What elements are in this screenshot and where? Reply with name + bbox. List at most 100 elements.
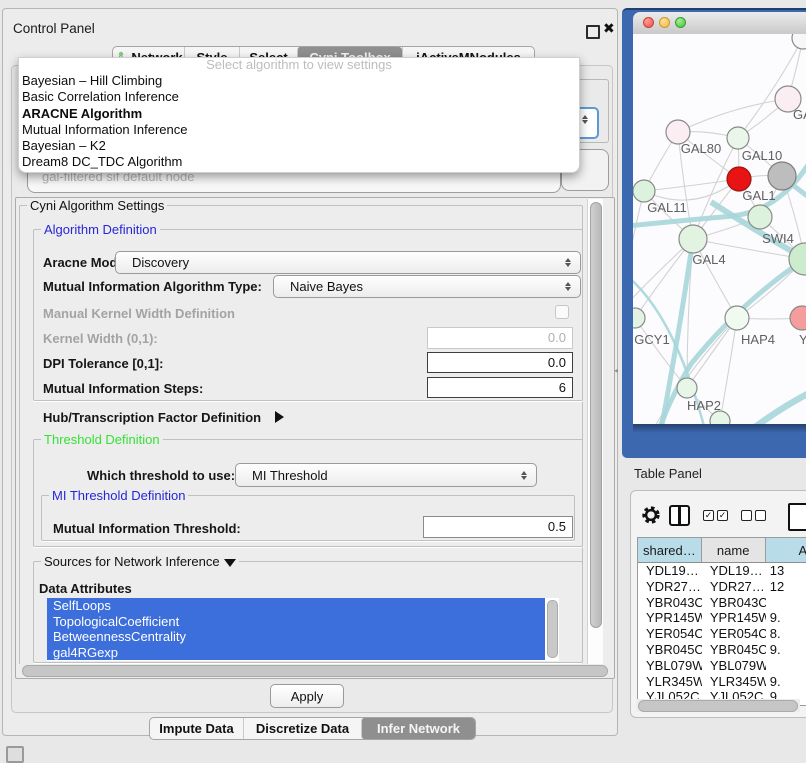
scrollbar-thumb[interactable] bbox=[22, 665, 608, 677]
table-cell: YBL079W bbox=[702, 658, 766, 674]
network-edge[interactable] bbox=[751, 390, 806, 424]
select-all-icon[interactable]: ✓ bbox=[717, 510, 728, 521]
dropdown-item[interactable]: ARACNE Algorithm bbox=[19, 106, 579, 122]
aracne-mode-combo[interactable]: Discovery bbox=[115, 251, 581, 274]
tab-discretize-data[interactable]: Discretize Data bbox=[243, 718, 361, 739]
table-icon[interactable] bbox=[788, 503, 806, 531]
apply-button[interactable]: Apply bbox=[270, 684, 344, 708]
table-cell: YDR27… bbox=[702, 579, 766, 595]
close-icon[interactable]: ✖ bbox=[603, 20, 615, 37]
dpi-tolerance-field[interactable]: 0.0 bbox=[427, 352, 573, 373]
which-threshold-value: MI Threshold bbox=[236, 468, 516, 483]
scrollbar-thumb[interactable] bbox=[638, 700, 798, 712]
table-row[interactable]: YBL079WYBL079W bbox=[638, 658, 806, 674]
network-edge[interactable] bbox=[644, 179, 739, 191]
network-edge[interactable] bbox=[678, 99, 788, 132]
settings-horizontal-scrollbar[interactable] bbox=[19, 664, 611, 677]
dropdown-item[interactable]: Bayesian – K2 bbox=[19, 138, 579, 154]
table-row[interactable]: YBR045CYBR045C9. bbox=[638, 642, 806, 658]
float-window-icon[interactable] bbox=[586, 25, 600, 39]
dropdown-item[interactable]: Basic Correlation Inference bbox=[19, 89, 579, 105]
mi-type-combo[interactable]: Naive Bayes bbox=[273, 275, 581, 298]
expand-arrow-icon[interactable] bbox=[275, 411, 284, 423]
data-attributes-list[interactable]: SelfLoopsTopologicalCoefficientBetweenne… bbox=[47, 598, 559, 661]
tab-impute-data[interactable]: Impute Data bbox=[150, 718, 243, 739]
node-label: GCY1 bbox=[634, 332, 669, 347]
column-header[interactable]: shared… bbox=[638, 538, 702, 562]
node-label: GAL1 bbox=[742, 188, 775, 203]
mi-type-label: Mutual Information Algorithm Type: bbox=[43, 279, 262, 294]
node-top-right[interactable] bbox=[792, 34, 806, 49]
kernel-width-field[interactable]: 0.0 bbox=[427, 327, 573, 349]
gear-icon[interactable] bbox=[641, 505, 661, 525]
network-edge[interactable] bbox=[633, 191, 644, 282]
zoom-traffic-light-icon[interactable] bbox=[675, 17, 686, 28]
node-gal4[interactable] bbox=[679, 225, 707, 253]
dropdown-placeholder: Select algorithm to view settings bbox=[19, 58, 579, 73]
dropdown-item[interactable]: Bayesian – Hill Climbing bbox=[19, 73, 579, 89]
collapse-arrow-icon[interactable] bbox=[224, 559, 236, 567]
node-table: shared…nameAYDL19…YDL19…13YDR27…YDR27…12… bbox=[637, 537, 806, 706]
mi-steps-field[interactable]: 6 bbox=[427, 377, 573, 398]
node-label: GAL80 bbox=[681, 141, 721, 156]
node-hap4[interactable] bbox=[725, 306, 749, 330]
sources-title: Sources for Network Inference bbox=[41, 555, 239, 568]
node-label: GAL bbox=[793, 107, 806, 122]
table-horizontal-scrollbar[interactable] bbox=[636, 699, 800, 712]
deselect-all-icon[interactable] bbox=[741, 510, 752, 521]
node-gal10[interactable] bbox=[727, 127, 749, 149]
node-label: GAL11 bbox=[647, 200, 687, 215]
minimize-traffic-light-icon[interactable] bbox=[659, 17, 670, 28]
deselect-all-icon[interactable] bbox=[755, 510, 766, 521]
algorithm-dropdown[interactable]: Select algorithm to view settings Bayesi… bbox=[18, 57, 580, 173]
close-traffic-light-icon[interactable] bbox=[643, 17, 654, 28]
dpi-tolerance-label: DPI Tolerance [0,1]: bbox=[43, 356, 163, 371]
manual-kernel-label: Manual Kernel Width Definition bbox=[43, 306, 235, 321]
scrollbar-thumb[interactable] bbox=[590, 202, 602, 628]
attribute-item[interactable]: SelfLoops bbox=[47, 598, 545, 614]
panel-splitter-grip[interactable]: ◂ bbox=[614, 368, 619, 374]
node-gray[interactable] bbox=[768, 162, 796, 190]
network-canvas[interactable]: GALGAL80GAL10GAL1GAL11SWI4GAL4GCY1HAP4YH… bbox=[633, 34, 806, 424]
which-threshold-combo[interactable]: MI Threshold bbox=[235, 463, 537, 487]
attribute-item[interactable]: BetweennessCentrality bbox=[47, 629, 545, 645]
list-scrollbar[interactable] bbox=[545, 598, 559, 661]
dropdown-item[interactable]: Dream8 DC_TDC Algorithm bbox=[19, 154, 579, 170]
screen: { "colors": { "selection_blue": "#3c6edc… bbox=[0, 0, 806, 762]
attribute-item[interactable]: gal4RGexp bbox=[47, 645, 545, 661]
node-gal11[interactable] bbox=[633, 180, 655, 202]
table-panel-title: Table Panel bbox=[634, 466, 702, 481]
network-edge[interactable] bbox=[659, 259, 805, 424]
select-all-icon[interactable]: ✓ bbox=[703, 510, 714, 521]
combo-arrows-icon bbox=[560, 282, 576, 291]
scrollbar-thumb[interactable] bbox=[547, 600, 558, 658]
table-row[interactable]: YDL19…YDL19…13 bbox=[638, 563, 806, 579]
aracne-mode-value: Discovery bbox=[116, 255, 560, 270]
column-header[interactable]: name bbox=[702, 538, 766, 562]
network-edge[interactable] bbox=[687, 318, 737, 388]
table-cell: 9. bbox=[766, 674, 806, 690]
table-row[interactable]: YBR043CYBR043C bbox=[638, 595, 806, 611]
mi-threshold-field[interactable]: 0.5 bbox=[423, 516, 573, 538]
column-header[interactable]: A bbox=[766, 538, 806, 562]
table-row[interactable]: YPR145WYPR145W9. bbox=[638, 610, 806, 626]
columns-icon[interactable] bbox=[669, 505, 690, 526]
dock-icon[interactable] bbox=[6, 746, 24, 763]
table-cell: YER054C bbox=[702, 626, 766, 642]
dropdown-item[interactable]: Mutual Information Inference bbox=[19, 122, 579, 138]
node-hap2[interactable] bbox=[677, 378, 697, 398]
node-gcy1[interactable] bbox=[633, 308, 645, 328]
manual-kernel-checkbox[interactable] bbox=[555, 305, 569, 319]
node-salmon[interactable] bbox=[790, 306, 806, 330]
settings-vertical-scrollbar[interactable] bbox=[587, 199, 603, 675]
tab-infer-network[interactable]: Infer Network bbox=[361, 718, 475, 739]
panel-title: Control Panel bbox=[13, 21, 95, 36]
table-cell: YDR27… bbox=[638, 579, 702, 595]
attribute-item[interactable]: TopologicalCoefficient bbox=[47, 614, 545, 630]
node-gal1[interactable] bbox=[748, 205, 772, 229]
table-row[interactable]: YDR27…YDR27…12 bbox=[638, 579, 806, 595]
mi-threshold-label: Mutual Information Threshold: bbox=[53, 521, 241, 536]
bottom-tabstrip: Impute DataDiscretize DataInfer Network bbox=[149, 717, 476, 740]
table-row[interactable]: YLR345WYLR345W9. bbox=[638, 674, 806, 690]
table-row[interactable]: YER054CYER054C8. bbox=[638, 626, 806, 642]
